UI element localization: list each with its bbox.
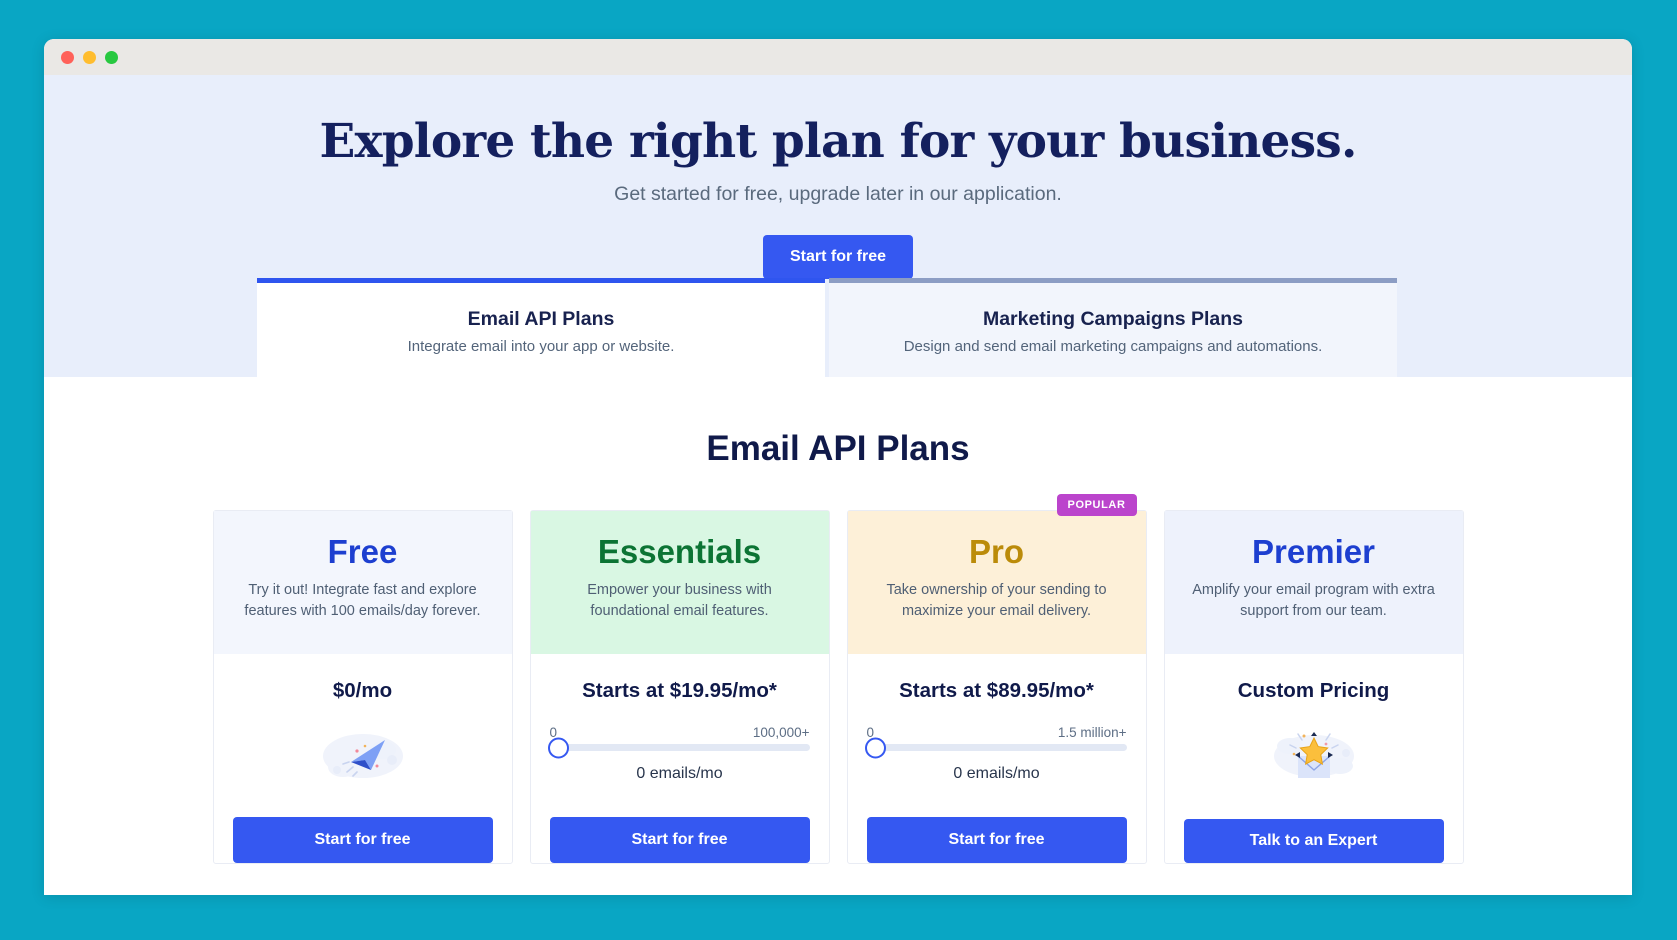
slider-value-label: 0 emails/mo [636,765,723,782]
plans-section: Email API Plans Free Try it out! Integra… [44,377,1632,864]
card-header: Free Try it out! Integrate fast and expl… [213,511,512,654]
plan-description: Take ownership of your sending to maximi… [886,582,1107,620]
page-content: Explore the right plan for your business… [44,75,1632,895]
pricing-card-essentials: Essentials Empower your business with fo… [529,510,830,864]
slider-thumb[interactable] [864,737,886,758]
email-volume-slider-essentials[interactable]: 0 100,000+ 0 emails/mo [547,725,810,783]
card-header: Essentials Empower your business with fo… [530,511,829,654]
maximize-window-icon[interactable] [105,50,118,64]
slider-max-label: 100,000+ [752,725,810,740]
status-badge-popular: POPULAR [1056,494,1137,516]
plan-description: Amplify your email program with extra su… [1192,582,1435,620]
card-body: Starts at $19.95/mo* 0 100,000+ 0 emails… [531,654,829,863]
essentials-start-for-free-button[interactable]: Start for free [549,817,810,863]
slider-max-label: 1.5 million+ [1057,725,1127,740]
slider-range-labels: 0 100,000+ [550,725,810,740]
pro-start-for-free-button[interactable]: Start for free [866,817,1127,863]
minimize-window-icon[interactable] [83,50,96,64]
slider-range-labels: 0 1.5 million+ [867,725,1127,740]
plan-description: Try it out! Integrate fast and explore f… [244,582,481,620]
plan-name: Premier [1252,533,1375,570]
hero-subtitle: Get started for free, upgrade later in o… [614,183,1062,206]
slider-track[interactable] [864,737,1127,758]
hero-start-for-free-button[interactable]: Start for free [762,235,914,280]
pricing-card-premier: Premier Amplify your email program with … [1163,510,1464,864]
tab-description: Design and send email marketing campaign… [903,338,1323,355]
browser-window: Explore the right plan for your business… [44,39,1632,895]
plan-price: $0/mo [332,679,393,702]
plan-description: Empower your business with foundational … [587,582,772,620]
pricing-card-free: Free Try it out! Integrate fast and expl… [212,510,513,864]
slider-thumb[interactable] [547,737,569,758]
free-start-for-free-button[interactable]: Start for free [232,817,493,863]
envelope-star-icon [1184,717,1444,795]
paper-plane-icon [233,717,493,795]
tab-description: Integrate email into your app or website… [407,338,675,355]
window-titlebar [44,39,1632,75]
pricing-card-pro: POPULAR Pro Take ownership of your sendi… [846,494,1147,864]
card-body: $0/mo Start for free [214,654,512,863]
plan-price: Custom Pricing [1237,679,1390,702]
page-title: Explore the right plan for your business… [319,114,1357,169]
slider-track[interactable] [547,737,810,758]
card-header: Premier Amplify your email program with … [1164,511,1463,654]
tab-email-api-plans[interactable]: Email API Plans Integrate email into you… [257,278,825,377]
plan-price: Starts at $19.95/mo* [582,679,777,702]
card-body: Starts at $89.95/mo* 0 1.5 million+ 0 em… [848,654,1146,863]
plans-heading: Email API Plans [706,429,970,468]
plan-price: Starts at $89.95/mo* [899,679,1094,702]
pricing-cards: Free Try it out! Integrate fast and expl… [44,494,1632,864]
plan-name: Essentials [597,533,762,570]
email-volume-slider-pro[interactable]: 0 1.5 million+ 0 emails/mo [864,725,1127,783]
plan-type-tabs: Email API Plans Integrate email into you… [257,278,1397,377]
slider-value-label: 0 emails/mo [953,765,1040,782]
premier-talk-to-expert-button[interactable]: Talk to an Expert [1183,819,1444,863]
hero-section: Explore the right plan for your business… [44,75,1632,377]
card-body: Custom Pricing Talk to an Expert [1165,654,1463,863]
card-header: Pro Take ownership of your sending to ma… [847,511,1146,654]
tab-title: Marketing Campaigns Plans [982,308,1244,330]
tab-marketing-campaigns-plans[interactable]: Marketing Campaigns Plans Design and sen… [829,278,1397,377]
tab-title: Email API Plans [467,308,615,330]
plan-name: Pro [968,533,1024,570]
plan-name: Free [327,533,398,570]
close-window-icon[interactable] [61,50,74,64]
